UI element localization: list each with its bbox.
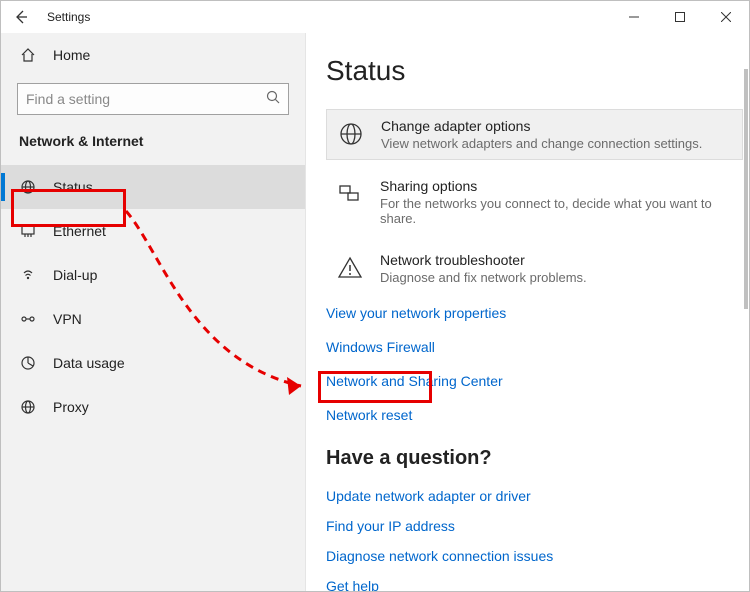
dialup-icon [19,266,37,284]
sidebar-item-proxy[interactable]: Proxy [1,385,305,429]
home-nav[interactable]: Home [1,33,305,77]
help-get-help[interactable]: Get help [326,578,743,591]
option-change-adapter[interactable]: Change adapter options View network adap… [326,109,743,160]
page-title: Status [326,55,743,87]
titlebar-left: Settings [9,5,90,29]
body: Home Network & Internet Status [1,33,749,591]
option-desc: For the networks you connect to, decide … [380,196,733,226]
category-title: Network & Internet [1,129,305,165]
scrollbar-thumb[interactable] [744,69,748,309]
vpn-icon [19,310,37,328]
sidebar-item-status[interactable]: Status [1,165,305,209]
link-windows-firewall[interactable]: Windows Firewall [326,339,743,355]
search-icon [266,90,280,109]
option-text: Change adapter options View network adap… [381,118,702,151]
status-icon [19,178,37,196]
window-controls [611,1,749,33]
search-input[interactable] [26,91,266,107]
sidebar-item-label: Data usage [53,355,125,371]
sharing-icon [336,180,364,208]
home-icon [19,46,37,64]
maximize-button[interactable] [657,1,703,33]
back-button[interactable] [9,5,33,29]
sidebar-item-label: Ethernet [53,223,106,239]
datausage-icon [19,354,37,372]
close-button[interactable] [703,1,749,33]
help-find-ip[interactable]: Find your IP address [326,518,743,534]
scrollbar[interactable] [742,33,748,590]
sidebar-item-label: Proxy [53,399,89,415]
sidebar-item-dialup[interactable]: Dial-up [1,253,305,297]
help-diagnose[interactable]: Diagnose network connection issues [326,548,743,564]
nav-list: Status Ethernet Dial-up [1,165,305,429]
sidebar: Home Network & Internet Status [1,33,306,591]
link-network-reset[interactable]: Network reset [326,407,743,423]
option-sharing[interactable]: Sharing options For the networks you con… [326,170,743,234]
option-desc: Diagnose and fix network problems. [380,270,587,285]
window-title: Settings [47,10,90,24]
option-title: Change adapter options [381,118,702,134]
warning-icon [336,254,364,282]
minimize-button[interactable] [611,1,657,33]
sidebar-item-ethernet[interactable]: Ethernet [1,209,305,253]
option-troubleshooter[interactable]: Network troubleshooter Diagnose and fix … [326,244,743,293]
titlebar: Settings [1,1,749,33]
help-update-adapter[interactable]: Update network adapter or driver [326,488,743,504]
ethernet-icon [19,222,37,240]
search-box[interactable] [17,83,289,115]
sidebar-item-label: Dial-up [53,267,97,283]
option-text: Network troubleshooter Diagnose and fix … [380,252,587,285]
settings-window: Settings Home Network & Internet [0,0,750,592]
home-label: Home [53,47,90,63]
sidebar-item-label: VPN [53,311,82,327]
option-title: Network troubleshooter [380,252,587,268]
option-desc: View network adapters and change connect… [381,136,702,151]
option-title: Sharing options [380,178,733,194]
link-view-properties[interactable]: View your network properties [326,305,743,321]
adapter-icon [337,120,365,148]
main-panel: Status Change adapter options View netwo… [306,33,749,591]
sidebar-item-label: Status [53,179,93,195]
link-list: View your network properties Windows Fir… [326,305,743,423]
sidebar-item-vpn[interactable]: VPN [1,297,305,341]
option-text: Sharing options For the networks you con… [380,178,733,226]
sidebar-item-datausage[interactable]: Data usage [1,341,305,385]
link-network-sharing-center[interactable]: Network and Sharing Center [326,373,743,389]
question-heading: Have a question? [326,447,743,470]
proxy-icon [19,398,37,416]
help-links: Update network adapter or driver Find yo… [326,488,743,591]
